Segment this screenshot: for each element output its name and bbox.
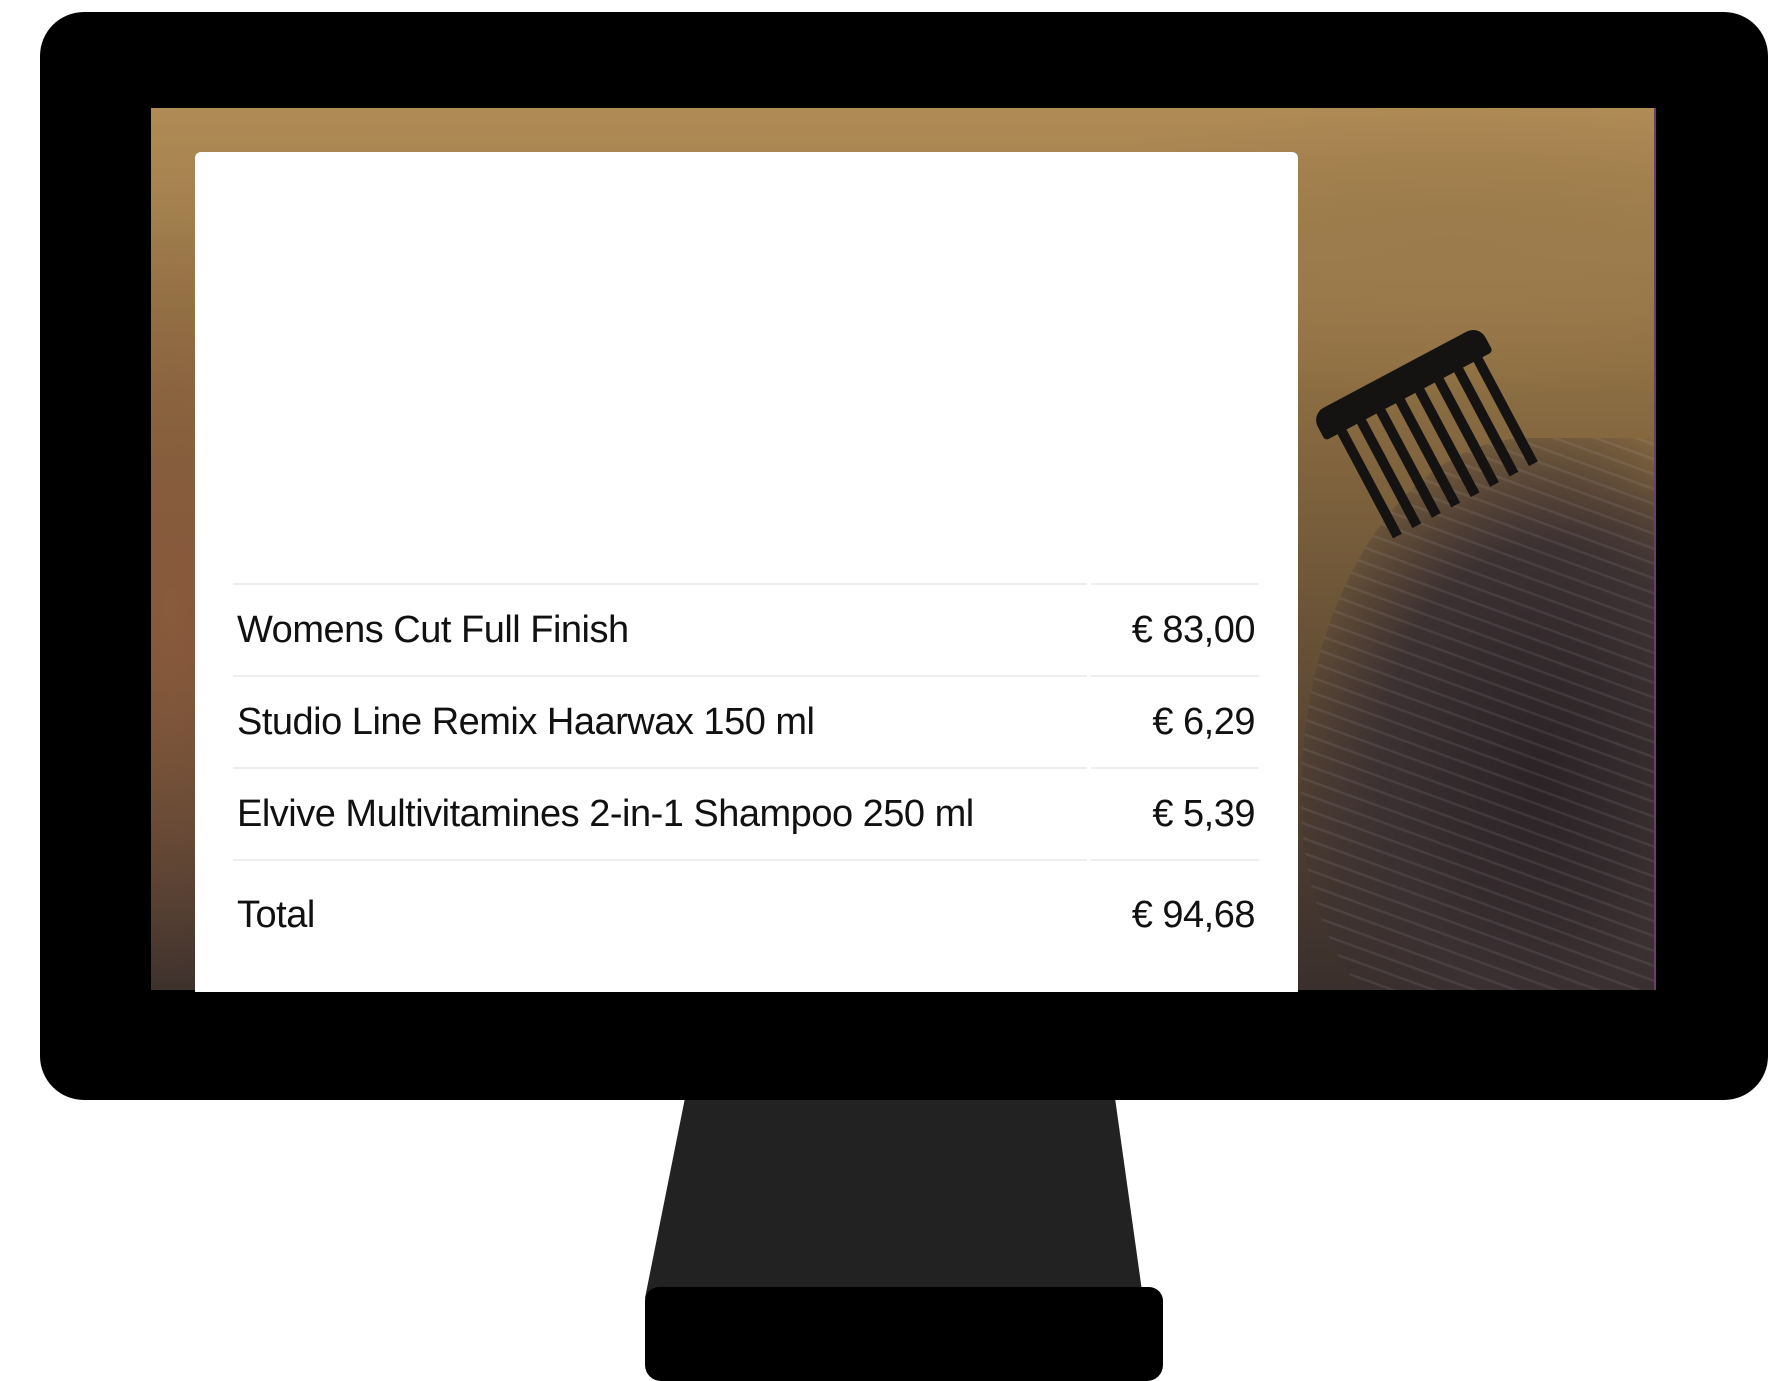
item-name: Studio Line Remix Haarwax 150 ml <box>233 675 1089 768</box>
item-name: Elvive Multivitamines 2-in-1 Shampoo 250… <box>233 767 1089 860</box>
table-row: Studio Line Remix Haarwax 150 ml € 6,29 <box>233 675 1259 768</box>
total-value: € 94,68 <box>1087 859 1259 969</box>
total-label: Total <box>233 859 1089 969</box>
total-row: Total € 94,68 <box>233 859 1259 969</box>
item-price: € 6,29 <box>1087 675 1259 768</box>
item-price: € 5,39 <box>1087 767 1259 860</box>
receipt-card: Womens Cut Full Finish € 83,00 Studio Li… <box>195 152 1298 992</box>
receipt-table: Womens Cut Full Finish € 83,00 Studio Li… <box>233 583 1259 969</box>
table-row: Elvive Multivitamines 2-in-1 Shampoo 250… <box>233 767 1259 860</box>
table-row: Womens Cut Full Finish € 83,00 <box>233 583 1259 676</box>
display-scene: Womens Cut Full Finish € 83,00 Studio Li… <box>0 0 1788 1381</box>
item-price: € 83,00 <box>1087 583 1259 676</box>
monitor-stand-neck <box>645 1098 1143 1298</box>
item-name: Womens Cut Full Finish <box>233 583 1089 676</box>
screen-edge-line <box>1654 108 1656 990</box>
monitor-stand-base <box>645 1287 1163 1381</box>
